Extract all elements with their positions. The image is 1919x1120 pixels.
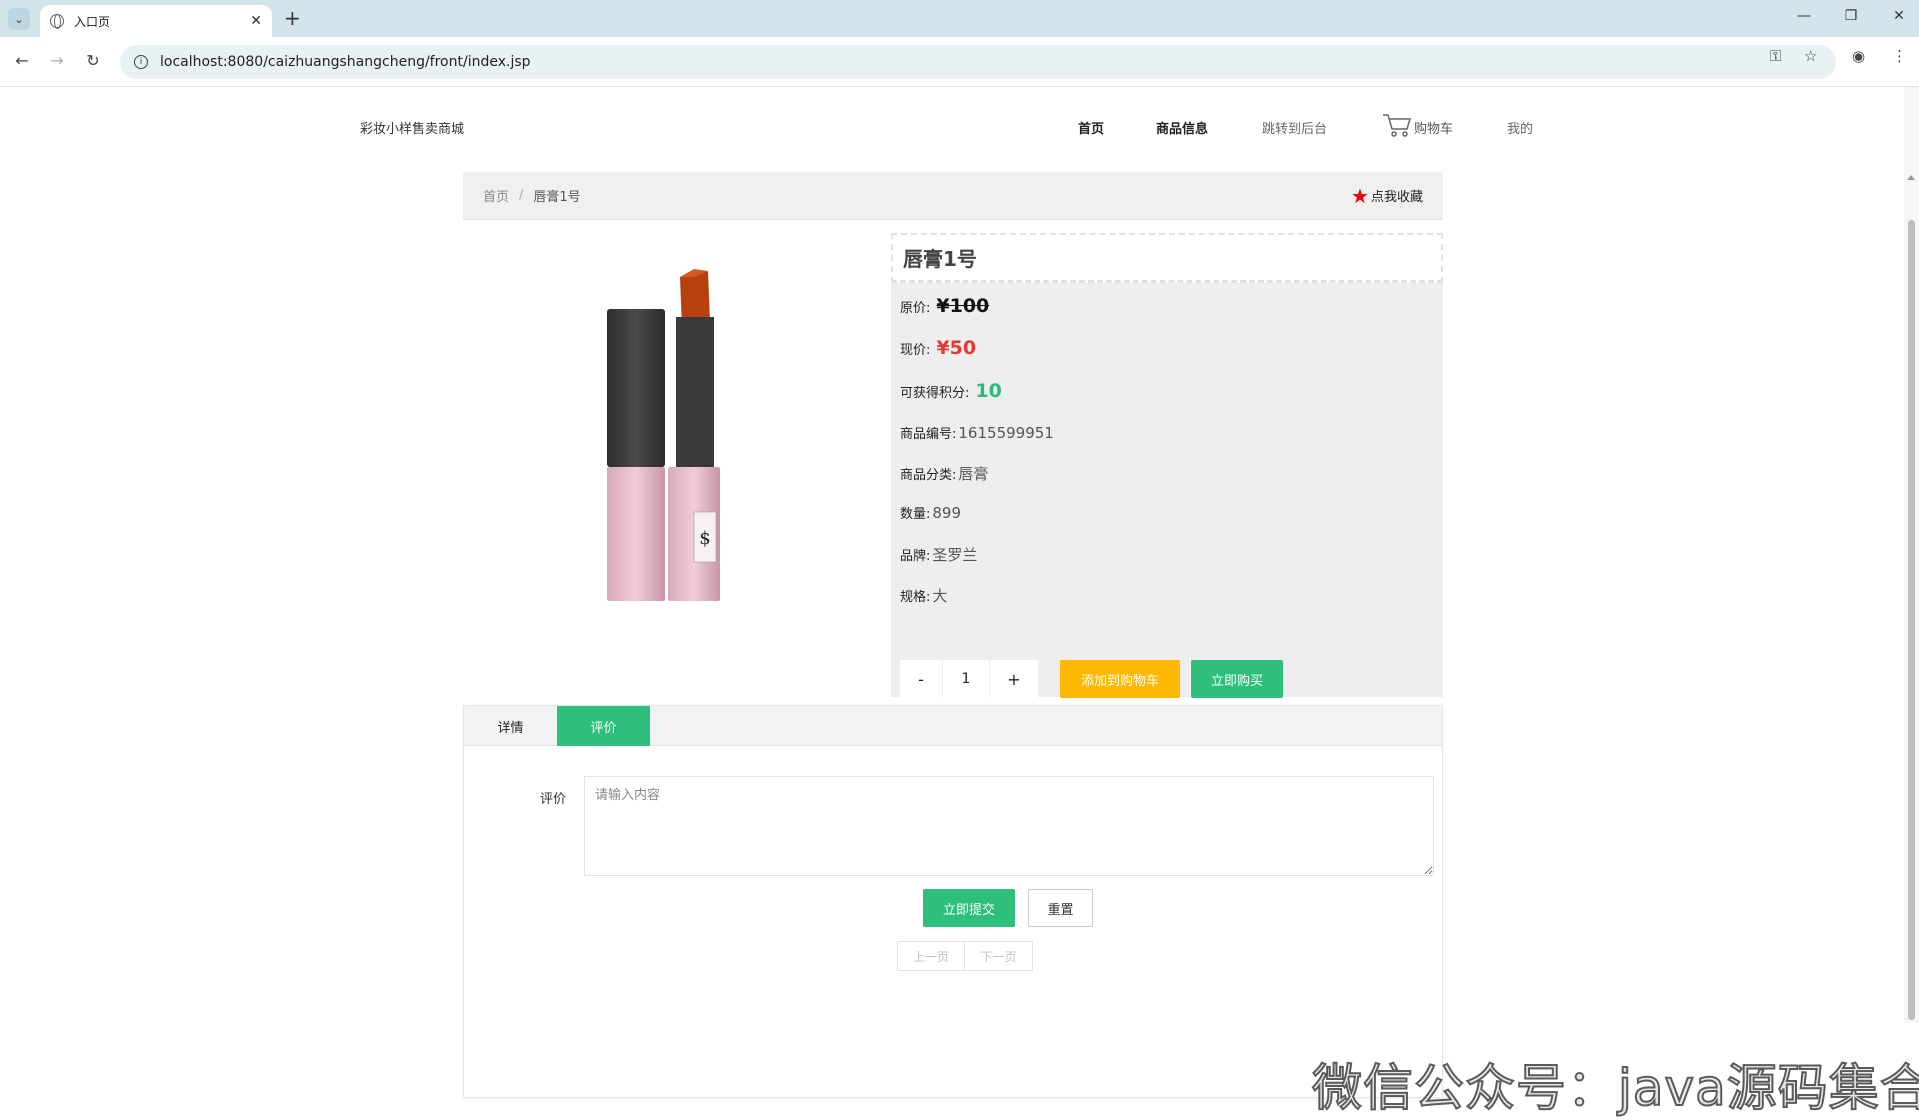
tabs-header: 详情 评价 — [464, 706, 1442, 746]
product-info-panel: 唇膏1号 原价: ¥100 现价: ¥50 可获得积分: 10 商品编号: 16… — [891, 233, 1443, 698]
qty-plus-button[interactable]: + — [990, 660, 1038, 698]
globe-icon — [50, 14, 64, 29]
scroll-thumb[interactable] — [1908, 220, 1915, 1020]
submit-review-button[interactable]: 立即提交 — [923, 889, 1015, 927]
password-key-icon[interactable]: ⚿ — [1770, 47, 1781, 65]
quantity-value: 899 — [932, 504, 962, 522]
qty-minus-button[interactable]: - — [900, 660, 942, 698]
tab-title: 入口页 — [74, 14, 111, 29]
breadcrumb-home[interactable]: 首页 — [483, 186, 509, 205]
current-price-label: 现价: — [900, 343, 931, 358]
nav-cart[interactable]: 购物车 — [1382, 112, 1453, 138]
category-label: 商品分类: — [900, 468, 957, 483]
minimize-icon[interactable]: — — [1789, 8, 1819, 24]
product-code-row: 商品编号: 1615599951 — [900, 423, 1054, 442]
product-code-label: 商品编号: — [900, 427, 957, 442]
window-close-icon[interactable]: ✕ — [1884, 8, 1914, 24]
pagination: 上一页 下一页 — [897, 941, 1033, 971]
quantity-stepper: - 1 + — [900, 660, 1038, 698]
review-textarea[interactable] — [584, 776, 1434, 876]
brand-row: 品牌: 圣罗兰 — [900, 544, 977, 565]
prev-page-button[interactable]: 上一页 — [897, 941, 965, 971]
nav-home[interactable]: 首页 — [1078, 118, 1104, 137]
current-price: ¥50 — [936, 337, 977, 359]
cart-label: 购物车 — [1414, 122, 1454, 137]
browser-tab[interactable]: 入口页 ✕ — [40, 5, 272, 37]
tab-reviews[interactable]: 评价 — [557, 706, 650, 746]
original-price: ¥100 — [936, 295, 990, 317]
new-tab-icon[interactable]: + — [284, 8, 301, 28]
breadcrumb-separator: / — [519, 188, 524, 203]
spec-label: 规格: — [900, 590, 931, 605]
profile-icon[interactable]: ◉ — [1852, 47, 1865, 65]
breadcrumb: 首页 / 唇膏1号 ★ 点我收藏 — [463, 172, 1443, 220]
site-info-icon[interactable]: i — [134, 55, 148, 69]
current-price-row: 现价: ¥50 — [900, 337, 976, 359]
page-viewport: 彩妆小样售卖商城 首页 商品信息 跳转到后台 购物车 我的 首页 / 唇膏1号 — [0, 87, 1919, 1118]
reload-icon[interactable]: ↻ — [81, 51, 105, 70]
tab-search-chevron-icon[interactable]: ⌄ — [8, 8, 30, 30]
points-label: 可获得积分: — [900, 386, 970, 401]
address-bar-row: ← → ↻ i localhost:8080/caizhuangshangche… — [0, 37, 1919, 87]
browser-tab-bar: ⌄ 入口页 ✕ + — ❐ ✕ — [0, 0, 1919, 37]
original-price-label: 原价: — [900, 301, 931, 316]
quantity-label: 数量: — [900, 507, 931, 522]
cart-icon — [1382, 112, 1412, 138]
spec-row: 规格: 大 — [900, 585, 947, 606]
back-icon[interactable]: ← — [10, 51, 34, 70]
points-row: 可获得积分: 10 — [900, 380, 1002, 402]
tab-close-icon[interactable]: ✕ — [250, 13, 262, 29]
next-page-button[interactable]: 下一页 — [965, 941, 1033, 971]
category-row: 商品分类: 唇膏 — [900, 463, 988, 484]
breadcrumb-current: 唇膏1号 — [533, 190, 581, 205]
product-title: 唇膏1号 — [891, 233, 1443, 283]
favorite-button[interactable]: ★ 点我收藏 — [1351, 183, 1423, 208]
brand-value: 圣罗兰 — [932, 546, 978, 564]
favorite-label: 点我收藏 — [1370, 190, 1423, 205]
product-code: 1615599951 — [958, 424, 1054, 442]
review-label: 评价 — [540, 792, 567, 807]
nav-mine[interactable]: 我的 — [1507, 118, 1533, 137]
svg-text:$: $ — [699, 528, 710, 549]
tab-details[interactable]: 详情 — [464, 706, 557, 746]
qty-input[interactable]: 1 — [942, 660, 990, 698]
browser-menu-icon[interactable]: ⋮ — [1892, 47, 1907, 65]
points-value: 10 — [975, 380, 1002, 402]
spec-value: 大 — [932, 587, 948, 605]
detail-tabs: 详情 评价 评价 立即提交 重置 上一页 下一页 — [463, 705, 1443, 1098]
page-scrollbar[interactable] — [1904, 87, 1919, 1023]
nav-admin[interactable]: 跳转到后台 — [1262, 118, 1327, 137]
buy-now-button[interactable]: 立即购买 — [1191, 660, 1283, 698]
bookmark-star-icon[interactable]: ☆ — [1804, 47, 1817, 65]
url-input[interactable]: i localhost:8080/caizhuangshangcheng/fro… — [120, 45, 1836, 79]
add-to-cart-button[interactable]: 添加到购物车 — [1060, 660, 1180, 698]
reset-button[interactable]: 重置 — [1028, 889, 1093, 927]
original-price-row: 原价: ¥100 — [900, 295, 989, 317]
site-header: 彩妆小样售卖商城 首页 商品信息 跳转到后台 购物车 我的 — [0, 87, 1904, 173]
category-value: 唇膏 — [958, 465, 989, 483]
url-text: localhost:8080/caizhuangshangcheng/front… — [160, 54, 531, 70]
product-image: $ — [590, 267, 740, 607]
star-icon: ★ — [1351, 183, 1369, 208]
scroll-up-arrow-icon[interactable] — [1907, 175, 1915, 180]
quantity-row: 数量: 899 — [900, 503, 961, 522]
brand-label: 品牌: — [900, 549, 931, 564]
site-logo[interactable]: 彩妆小样售卖商城 — [360, 118, 464, 137]
watermark-text: 微信公众号：java源码集合 — [1311, 1058, 1919, 1118]
forward-icon[interactable]: → — [45, 51, 69, 70]
nav-products[interactable]: 商品信息 — [1156, 118, 1208, 137]
restore-icon[interactable]: ❐ — [1836, 8, 1866, 24]
